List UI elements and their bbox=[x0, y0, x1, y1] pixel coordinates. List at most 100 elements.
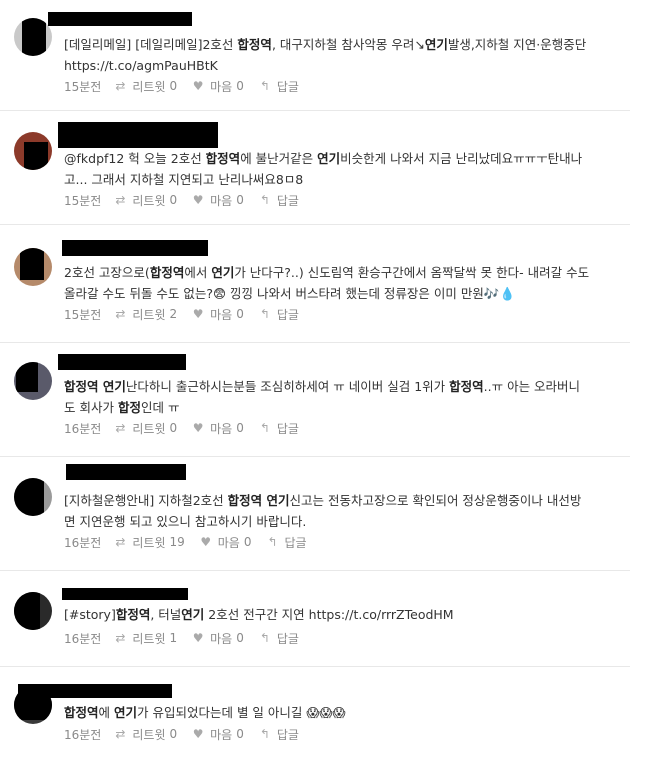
favorite-button[interactable]: ♥ 마음 0 bbox=[191, 630, 244, 647]
redacted-username[interactable] bbox=[58, 122, 218, 148]
reply-button[interactable]: ↰ 답글 bbox=[266, 534, 306, 551]
timestamp[interactable]: 16분전 bbox=[64, 420, 101, 437]
favorite-label: 마음 bbox=[210, 79, 233, 94]
text-segment: 에서 bbox=[184, 265, 212, 280]
timestamp[interactable]: 16분전 bbox=[64, 630, 101, 647]
keyword-highlight: 합정역 bbox=[237, 37, 272, 52]
heart-icon: ♥ bbox=[192, 631, 204, 645]
reply-icon: ↰ bbox=[259, 421, 270, 435]
favorite-button[interactable]: ♥ 마음 0 bbox=[191, 420, 244, 437]
tweet-actions: 16분전 ⇄ 리트윗 19 ♥ 마음 0 ↰ 답글 bbox=[64, 532, 321, 552]
tweet-text-line: [#story]합정역, 터널연기 2호선 전구간 지연 https://t.c… bbox=[64, 604, 626, 625]
redaction-block bbox=[14, 478, 44, 516]
favorite-count: 0 bbox=[243, 535, 252, 549]
redacted-username[interactable] bbox=[48, 12, 192, 26]
favorite-button[interactable]: ♥ 마음 0 bbox=[191, 78, 244, 95]
keyword-highlight: 합정 bbox=[117, 400, 141, 415]
avatar[interactable] bbox=[14, 592, 52, 630]
favorite-button[interactable]: ♥ 마음 0 bbox=[191, 726, 244, 743]
keyword-highlight: 연기 bbox=[211, 265, 235, 280]
redacted-username[interactable] bbox=[66, 464, 186, 480]
redacted-username[interactable] bbox=[62, 588, 188, 600]
retweet-icon: ⇄ bbox=[115, 631, 126, 645]
retweet-label: 리트윗 bbox=[132, 421, 166, 436]
reply-icon: ↰ bbox=[259, 193, 270, 207]
timestamp[interactable]: 15분전 bbox=[64, 192, 101, 209]
redaction-block bbox=[24, 142, 48, 170]
reply-icon: ↰ bbox=[259, 307, 270, 321]
favorite-label: 마음 bbox=[210, 307, 233, 322]
reply-button[interactable]: ↰ 답글 bbox=[258, 192, 299, 209]
redacted-username[interactable] bbox=[18, 684, 172, 698]
text-segment: 고... 그래서 지하철 지연되고 난리나써요8ㅁ8 bbox=[64, 172, 304, 187]
retweet-button[interactable]: ⇄ 리트윗 0 bbox=[113, 192, 177, 209]
heart-icon: ♥ bbox=[192, 193, 204, 207]
retweet-button[interactable]: ⇄ 리트윗 0 bbox=[113, 420, 177, 437]
timestamp[interactable]: 15분전 bbox=[64, 78, 101, 95]
reply-icon: ↰ bbox=[267, 535, 278, 549]
favorite-label: 마음 bbox=[217, 535, 240, 550]
tweet-actions: 15분전 ⇄ 리트윗 2 ♥ 마음 0 ↰ 답글 bbox=[64, 304, 313, 324]
favorite-count: 0 bbox=[236, 727, 244, 741]
keyword-highlight: 합정역 bbox=[149, 265, 185, 280]
avatar[interactable] bbox=[14, 362, 52, 400]
text-segment: 발생,지하철 지연·운행중단 bbox=[447, 37, 587, 52]
retweet-button[interactable]: ⇄ 리트윗 0 bbox=[113, 726, 177, 743]
reply-icon: ↰ bbox=[259, 631, 270, 645]
avatar[interactable] bbox=[14, 478, 52, 516]
reply-button[interactable]: ↰ 답글 bbox=[258, 630, 299, 647]
timestamp[interactable]: 15분전 bbox=[64, 306, 101, 323]
redaction-block bbox=[16, 362, 38, 392]
tweet-text-line: 도 회사가 합정인데 ㅠ bbox=[64, 397, 626, 418]
text-segment: , 터널 bbox=[150, 607, 182, 622]
keyword-highlight: 연기 bbox=[424, 37, 448, 52]
retweet-icon: ⇄ bbox=[115, 79, 126, 93]
tweet-text: [데일리메일] [데일리메일]2호선 합정역, 대구지하철 참사악몽 우려↘연기… bbox=[64, 34, 626, 76]
favorite-button[interactable]: ♥ 마음 0 bbox=[199, 534, 252, 551]
heart-icon: ♥ bbox=[192, 307, 204, 321]
avatar[interactable] bbox=[14, 248, 52, 286]
tweet-text: [#story]합정역, 터널연기 2호선 전구간 지연 https://t.c… bbox=[64, 604, 626, 625]
keyword-highlight: 연기 bbox=[317, 151, 341, 166]
text-segment: 2호선 고장으로( bbox=[64, 265, 150, 280]
retweet-button[interactable]: ⇄ 리트윗 19 bbox=[113, 534, 184, 551]
tweet-item: [데일리메일] [데일리메일]2호선 합정역, 대구지하철 참사악몽 우려↘연기… bbox=[0, 0, 630, 111]
favorite-label: 마음 bbox=[210, 727, 233, 742]
timestamp[interactable]: 16분전 bbox=[64, 726, 101, 743]
retweet-count: 1 bbox=[169, 631, 178, 645]
avatar[interactable] bbox=[14, 132, 52, 170]
retweet-button[interactable]: ⇄ 리트윗 0 bbox=[113, 78, 177, 95]
tweet-text-line: 올라갈 수도 뒤돌 수도 없는?😨 낑낑 나와서 버스타려 했는데 정류장은 이… bbox=[64, 283, 626, 304]
tweet-text: 합정역 연기난다하니 출근하시는분들 조심히하세여 ㅠ 네이버 실검 1위가 합… bbox=[64, 376, 626, 418]
tweet-text-line: 합정역 연기난다하니 출근하시는분들 조심히하세여 ㅠ 네이버 실검 1위가 합… bbox=[64, 376, 626, 397]
tweet-text-line: @fkdpf12 헉 오늘 2호선 합정역에 불난거같은 연기비슷한게 나와서 … bbox=[64, 148, 626, 169]
favorite-count: 0 bbox=[236, 307, 244, 321]
text-segment: [#story] bbox=[64, 607, 116, 622]
text-segment: 면 지연운행 되고 있으니 참고하시기 바랍니다. bbox=[64, 514, 307, 529]
retweet-button[interactable]: ⇄ 리트윗 1 bbox=[113, 630, 177, 647]
favorite-button[interactable]: ♥ 마음 0 bbox=[191, 306, 244, 323]
reply-button[interactable]: ↰ 답글 bbox=[258, 420, 299, 437]
keyword-highlight: 연기 bbox=[181, 607, 205, 622]
favorite-button[interactable]: ♥ 마음 0 bbox=[191, 192, 244, 209]
timestamp[interactable]: 16분전 bbox=[64, 534, 101, 551]
reply-button[interactable]: ↰ 답글 bbox=[258, 726, 299, 743]
keyword-highlight: 합정역 bbox=[449, 379, 484, 394]
redaction-block bbox=[14, 592, 40, 630]
retweet-button[interactable]: ⇄ 리트윗 2 bbox=[113, 306, 177, 323]
reply-button[interactable]: ↰ 답글 bbox=[258, 78, 299, 95]
tweet-actions: 15분전 ⇄ 리트윗 0 ♥ 마음 0 ↰ 답글 bbox=[64, 190, 313, 210]
redacted-username[interactable] bbox=[62, 240, 208, 256]
retweet-label: 리트윗 bbox=[132, 535, 166, 550]
redacted-username[interactable] bbox=[58, 354, 186, 370]
tweet-actions: 16분전 ⇄ 리트윗 0 ♥ 마음 0 ↰ 답글 bbox=[64, 418, 313, 438]
text-segment: [데일리메일] [데일리메일]2호선 bbox=[64, 37, 238, 52]
retweet-icon: ⇄ bbox=[115, 727, 126, 741]
avatar[interactable] bbox=[14, 18, 52, 56]
tweet-text: @fkdpf12 헉 오늘 2호선 합정역에 불난거같은 연기비슷한게 나와서 … bbox=[64, 148, 626, 190]
retweet-label: 리트윗 bbox=[132, 631, 166, 646]
keyword-highlight: 합정역 bbox=[205, 151, 241, 166]
reply-label: 답글 bbox=[276, 307, 299, 322]
reply-button[interactable]: ↰ 답글 bbox=[258, 306, 299, 323]
text-segment: 올라갈 수도 뒤돌 수도 없는?😨 낑낑 나와서 버스타려 했는데 정류장은 이… bbox=[64, 286, 516, 301]
